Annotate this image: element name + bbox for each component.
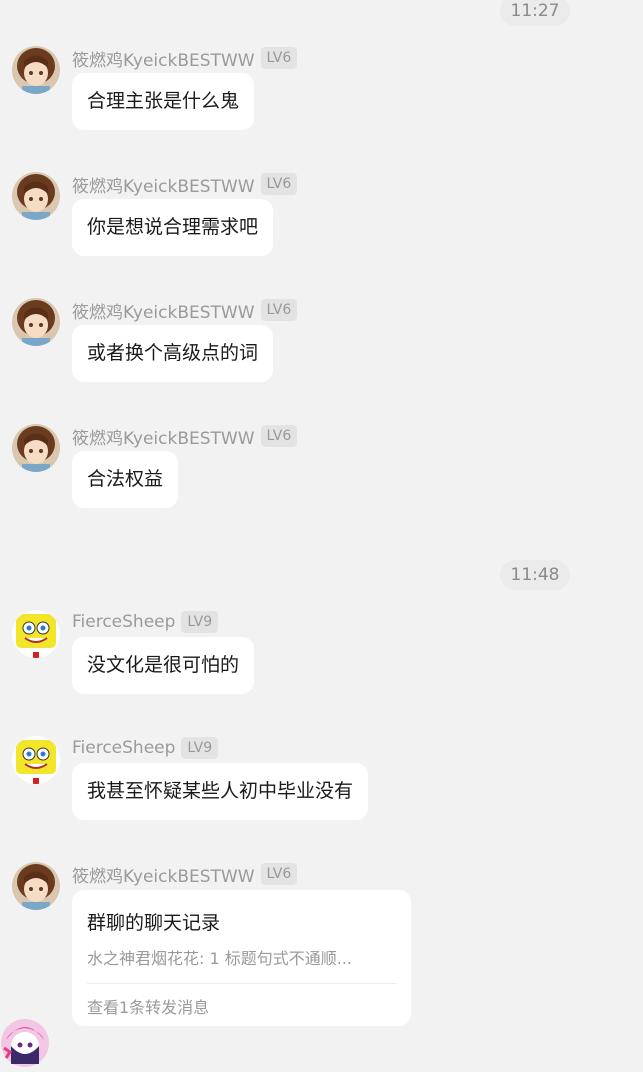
message-bubble[interactable]: 或者换个高级点的词 (72, 325, 274, 382)
level-badge: LV6 (260, 299, 298, 321)
girl-avatar-icon[interactable] (12, 46, 60, 94)
anime-avatar-icon[interactable] (0, 1018, 50, 1068)
level-badge: LV9 (181, 737, 219, 759)
sender-name[interactable]: 筱燃鸡KyeickBESTWW (72, 172, 255, 197)
divider (87, 983, 396, 984)
sponge-avatar-icon[interactable] (12, 736, 60, 784)
girl-avatar-icon[interactable] (12, 862, 60, 910)
level-badge: LV6 (260, 863, 298, 885)
level-badge: LV6 (260, 173, 298, 195)
sender-line: 筱燃鸡KyeickBESTWW LV6 (72, 862, 298, 887)
message-bubble[interactable]: 合法权益 (72, 451, 179, 508)
sender-name[interactable]: FierceSheep (72, 738, 175, 758)
sender-name[interactable]: 筱燃鸡KyeickBESTWW (72, 46, 255, 71)
timestamp-badge: 11:48 (500, 560, 570, 590)
sender-line: 筱燃鸡KyeickBESTWW LV6 (72, 46, 298, 71)
level-badge: LV9 (181, 611, 219, 633)
sender-line: 筱燃鸡KyeickBESTWW LV6 (72, 172, 298, 197)
sender-line: 筱燃鸡KyeickBESTWW LV6 (72, 298, 298, 323)
sender-name[interactable]: FierceSheep (72, 612, 175, 632)
sender-line: 筱燃鸡KyeickBESTWW LV6 (72, 424, 298, 449)
girl-avatar-icon[interactable] (12, 298, 60, 346)
sender-line: FierceSheep LV9 (72, 736, 219, 760)
message-bubble[interactable]: 我甚至怀疑某些人初中毕业没有 (72, 763, 369, 820)
sender-name[interactable]: 筱燃鸡KyeickBESTWW (72, 298, 255, 323)
message-bubble[interactable]: 没文化是很可怕的 (72, 637, 255, 694)
sender-name[interactable]: 筱燃鸡KyeickBESTWW (72, 424, 255, 449)
level-badge: LV6 (260, 425, 298, 447)
girl-avatar-icon[interactable] (12, 424, 60, 472)
message-bubble[interactable]: 你是想说合理需求吧 (72, 199, 274, 256)
level-badge: LV6 (260, 47, 298, 69)
sender-name[interactable]: 筱燃鸡KyeickBESTWW (72, 862, 255, 887)
forwarded-chat-card[interactable]: 群聊的聊天记录 水之神君烟花花: 1 标题句式不通顺... 查看1条转发消息 (72, 890, 411, 1026)
girl-avatar-icon[interactable] (12, 172, 60, 220)
sponge-avatar-icon[interactable] (12, 610, 60, 658)
message-bubble[interactable]: 合理主张是什么鬼 (72, 73, 255, 130)
forward-preview: 水之神君烟花花: 1 标题句式不通顺... (87, 949, 353, 968)
timestamp-badge: 11:27 (500, 0, 570, 26)
forward-title: 群聊的聊天记录 (87, 912, 221, 934)
view-forwarded-link[interactable]: 查看1条转发消息 (87, 994, 209, 1018)
sender-line: FierceSheep LV9 (72, 610, 219, 634)
